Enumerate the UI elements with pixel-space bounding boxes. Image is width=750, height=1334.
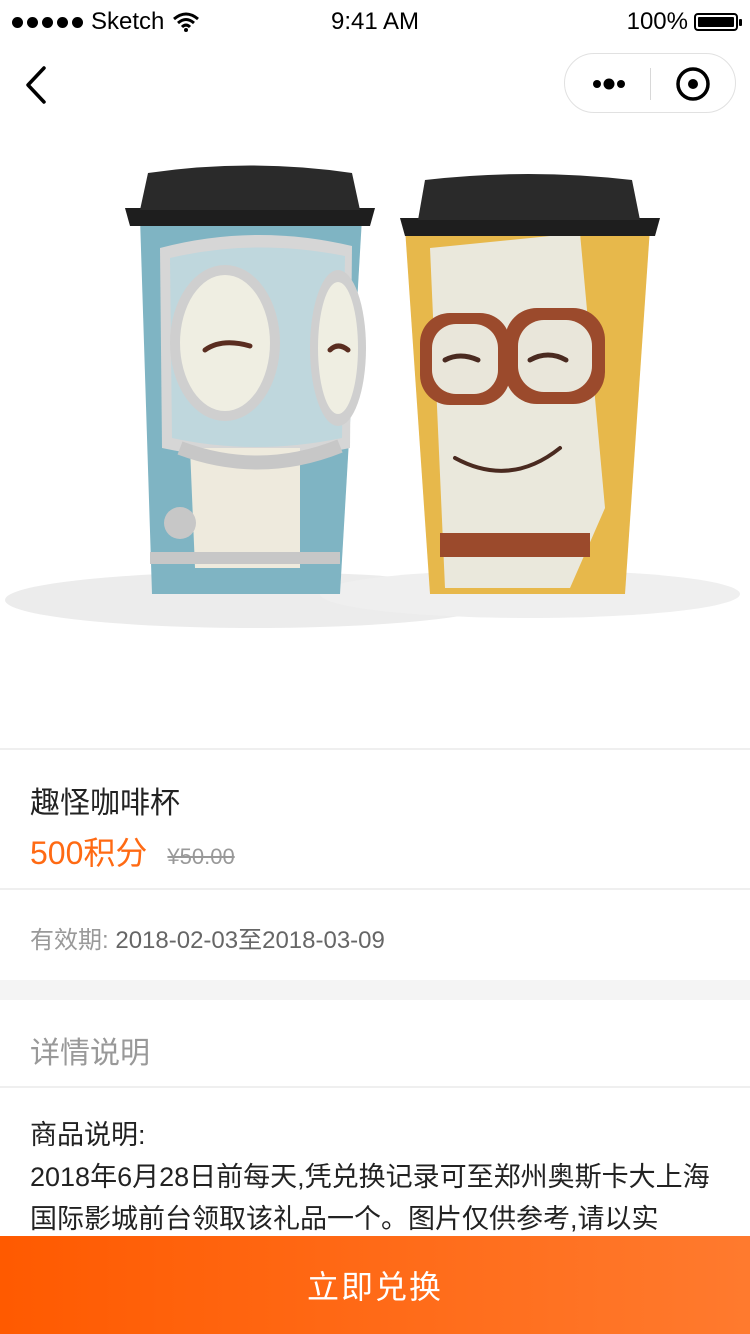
close-button[interactable] (651, 54, 735, 112)
product-description: 商品说明: 2018年6月28日前每天,凭兑换记录可至郑州奥斯卡大上海国际影城前… (30, 1114, 720, 1240)
detail-heading: 详情说明 (30, 1037, 150, 1070)
status-bar: Sketch 9:41 AM 100% (0, 0, 750, 44)
divider (0, 888, 750, 890)
section-gap (0, 980, 750, 1000)
mini-program-capsule (564, 53, 736, 113)
battery-icon (694, 13, 742, 31)
validity-value: 2018-02-03至2018-03-09 (115, 927, 385, 954)
blue-cup (125, 165, 375, 594)
back-button[interactable] (18, 62, 58, 108)
nav-bar (0, 44, 750, 128)
divider (0, 748, 750, 750)
product-image (0, 128, 750, 748)
validity-label: 有效期: (30, 927, 109, 954)
more-dots-icon (593, 78, 625, 90)
battery-percent: 100% (626, 8, 688, 35)
points-price: 500积分 (30, 835, 148, 871)
more-button[interactable] (565, 54, 650, 112)
target-close-icon (676, 67, 710, 101)
original-price: ¥50.00 (167, 844, 235, 869)
product-title: 趣怪咖啡杯 (30, 787, 180, 820)
description-body: 2018年6月28日前每天,凭兑换记录可至郑州奥斯卡大上海国际影城前台领取该礼品… (30, 1162, 710, 1234)
chevron-left-icon (26, 66, 46, 104)
validity-row: 有效期: 2018-02-03至2018-03-09 (30, 920, 385, 955)
battery-group: 100% (626, 8, 742, 36)
price-row: 500积分 ¥50.00 (30, 828, 235, 874)
divider (0, 1086, 750, 1088)
redeem-button[interactable]: 立即兑换 (0, 1236, 750, 1334)
description-title: 商品说明: (30, 1120, 146, 1150)
yellow-cup (400, 174, 660, 594)
